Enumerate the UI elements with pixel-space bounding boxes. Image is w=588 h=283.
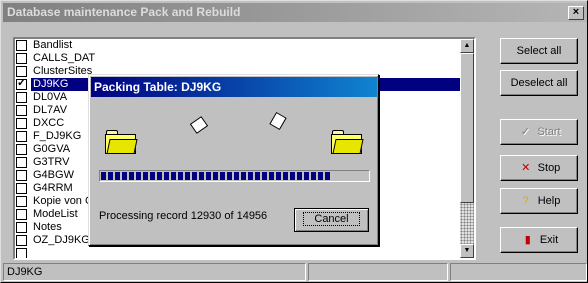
checkbox[interactable] bbox=[16, 118, 27, 129]
target-folder-icon bbox=[331, 130, 364, 154]
status-text: DJ9KG bbox=[3, 263, 306, 281]
maintenance-window: Database maintenance Pack and Rebuild × … bbox=[0, 0, 588, 283]
flying-paper-icon bbox=[189, 116, 209, 134]
checkbox[interactable] bbox=[16, 131, 27, 142]
close-icon[interactable]: × bbox=[568, 6, 584, 20]
window-titlebar[interactable]: Database maintenance Pack and Rebuild × bbox=[3, 3, 587, 22]
list-item-label: DL0VA bbox=[33, 91, 68, 103]
stop-button[interactable]: ✕ Stop bbox=[500, 155, 578, 181]
exit-label: Exit bbox=[539, 234, 559, 246]
select-all-label: Select all bbox=[516, 45, 562, 57]
checkmark-icon: ✓ bbox=[17, 77, 27, 89]
stop-label: Stop bbox=[537, 162, 561, 174]
list-item[interactable] bbox=[15, 247, 460, 258]
checkmark-icon: ✓ bbox=[520, 126, 530, 138]
list-item-label: G4RRM bbox=[33, 182, 73, 194]
list-item-label: G3TRV bbox=[33, 156, 70, 168]
list-item-label: Notes bbox=[33, 221, 62, 233]
status-cell-3 bbox=[450, 263, 587, 281]
dialog-title[interactable]: Packing Table: DJ9KG bbox=[91, 77, 377, 97]
start-button[interactable]: ✓ Start bbox=[500, 119, 578, 145]
checkbox[interactable] bbox=[16, 144, 27, 155]
checkbox[interactable] bbox=[16, 209, 27, 220]
stop-x-icon: ✕ bbox=[521, 162, 531, 174]
list-scrollbar[interactable]: ▲ ▼ bbox=[460, 39, 474, 258]
list-item-label: F_DJ9KG bbox=[33, 130, 82, 142]
checkbox[interactable] bbox=[16, 222, 27, 233]
scroll-down-icon[interactable]: ▼ bbox=[460, 244, 474, 258]
window-title: Database maintenance Pack and Rebuild bbox=[7, 5, 241, 19]
packing-dialog: Packing Table: DJ9KG Processing record 1… bbox=[88, 74, 379, 246]
status-cell-2 bbox=[308, 263, 448, 281]
scroll-up-icon[interactable]: ▲ bbox=[460, 39, 474, 53]
checkbox[interactable] bbox=[16, 248, 27, 258]
scroll-track[interactable] bbox=[460, 203, 474, 244]
checkbox[interactable] bbox=[16, 183, 27, 194]
list-item-label: G0GVA bbox=[33, 143, 71, 155]
select-all-button[interactable]: Select all bbox=[500, 38, 578, 64]
checkbox[interactable] bbox=[16, 235, 27, 246]
list-item-label: DXCC bbox=[33, 117, 65, 129]
deselect-all-button[interactable]: Deselect all bbox=[500, 70, 578, 96]
list-item-label: G4BGW bbox=[33, 169, 74, 181]
help-button[interactable]: ? Help bbox=[500, 188, 578, 214]
status-bar: DJ9KG bbox=[3, 263, 587, 282]
checkbox[interactable] bbox=[16, 105, 27, 116]
list-item-label: ClusterSites bbox=[33, 65, 93, 77]
cancel-label: Cancel bbox=[303, 212, 360, 226]
list-item[interactable]: Bandlist bbox=[15, 39, 460, 52]
flying-paper-icon bbox=[269, 111, 287, 131]
help-label: Help bbox=[537, 195, 561, 207]
source-folder-icon bbox=[105, 130, 138, 154]
checkbox[interactable] bbox=[16, 196, 27, 207]
checkbox[interactable] bbox=[16, 40, 27, 51]
exit-door-icon: ▮ bbox=[524, 234, 531, 246]
checkbox[interactable] bbox=[16, 157, 27, 168]
deselect-all-label: Deselect all bbox=[510, 77, 568, 89]
progress-bar bbox=[99, 170, 370, 182]
scroll-thumb[interactable] bbox=[460, 53, 474, 203]
list-item-label: ModeList bbox=[33, 208, 78, 220]
checkbox[interactable] bbox=[16, 53, 27, 64]
list-item-label: OZ_DJ9KG bbox=[33, 234, 90, 246]
help-question-icon: ? bbox=[522, 195, 529, 207]
start-label: Start bbox=[537, 126, 561, 138]
checkbox[interactable] bbox=[16, 92, 27, 103]
list-item-label: Bandlist bbox=[33, 39, 73, 51]
checkbox[interactable] bbox=[16, 66, 27, 77]
list-item-label: CALLS_DAT bbox=[33, 52, 96, 64]
list-item-label: DL7AV bbox=[33, 104, 68, 116]
checkbox[interactable] bbox=[16, 170, 27, 181]
cancel-button[interactable]: Cancel bbox=[294, 208, 369, 232]
list-item-label: Kopie von G bbox=[33, 195, 94, 207]
progress-fill bbox=[101, 172, 332, 180]
list-item[interactable]: CALLS_DAT bbox=[15, 52, 460, 65]
exit-button[interactable]: ▮ Exit bbox=[500, 227, 578, 253]
checkbox[interactable]: ✓ bbox=[16, 77, 27, 90]
processing-text: Processing record 12930 of 14956 bbox=[99, 210, 268, 222]
